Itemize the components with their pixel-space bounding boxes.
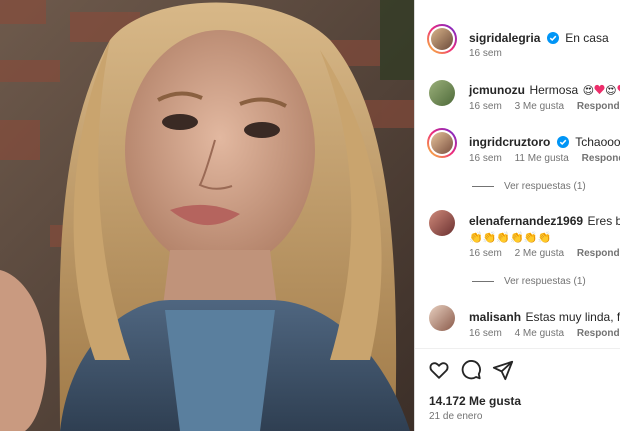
comment-meta: 16 sem 3 Me gusta Responder — [469, 101, 620, 112]
author-username[interactable]: sigridalegria — [469, 31, 540, 45]
comment-4-line: malisanh Estas muy linda, felic — [469, 308, 620, 326]
post-meta: 16 sem — [469, 48, 512, 59]
comment-age: 16 sem — [469, 153, 502, 164]
clap-emoji-icon: 👏 — [496, 231, 511, 244]
clap-emoji-icon: 👏 — [510, 231, 524, 244]
comment-2-line: ingridcruztoro Tchaooooo — [469, 133, 620, 151]
clapping-emojis: 👏👏👏👏👏👏 — [469, 228, 551, 246]
reply-button[interactable]: Responder — [577, 328, 620, 339]
commenter-username[interactable]: jcmunozu — [469, 83, 525, 97]
replies-dash — [472, 280, 494, 282]
replies-dash — [472, 185, 494, 187]
commenter-avatar[interactable] — [429, 305, 455, 331]
verified-badge-icon — [556, 136, 569, 148]
view-replies-label: Ver respuestas (1) — [504, 181, 586, 192]
paper-plane-icon[interactable] — [492, 359, 514, 381]
commenter-username[interactable]: elenafernandez1969 — [469, 214, 583, 228]
comment-likes[interactable]: 11 Me gusta — [515, 153, 569, 164]
comment-1-line: jcmunozu Hermosa 😍 😍 — [469, 81, 620, 99]
comment-meta: 16 sem 2 Me gusta Responder — [469, 248, 620, 259]
comment-age: 16 sem — [469, 101, 502, 112]
reply-button[interactable]: Responder — [577, 101, 620, 112]
clap-emoji-icon: 👏 — [482, 231, 497, 244]
comment-likes[interactable]: 3 Me gusta — [515, 101, 564, 112]
view-replies-button[interactable]: Ver respuestas (1) — [472, 276, 586, 287]
post-caption-line: sigridalegria En casa — [469, 29, 609, 47]
comment-text: Tchaooooo — [575, 135, 620, 149]
reply-button[interactable]: Responder — [577, 248, 620, 259]
view-replies-button[interactable]: Ver respuestas (1) — [472, 181, 586, 192]
verified-badge-icon — [546, 32, 559, 44]
clap-emoji-icon: 👏 — [469, 231, 483, 244]
post-date: 21 de enero — [429, 411, 483, 422]
commenter-username[interactable]: malisanh — [469, 310, 521, 324]
commenter-avatar[interactable] — [429, 80, 455, 106]
comment-text: Estas muy linda, felic — [525, 310, 620, 324]
comment-age: 16 sem — [469, 328, 502, 339]
heart-outline-icon[interactable] — [428, 359, 450, 381]
photo-panel-divider — [414, 0, 415, 431]
clap-emoji-icon: 👏 — [537, 231, 552, 244]
comment-text: Hermosa — [529, 83, 579, 97]
comment-text: Eres bellís — [587, 214, 620, 228]
clap-emoji-icon: 👏 — [523, 231, 538, 244]
heart-eyes-emoji-icon: 😍 — [605, 84, 617, 97]
comment-bubble-icon[interactable] — [460, 359, 482, 381]
author-avatar[interactable] — [427, 24, 457, 54]
commenter-username[interactable]: ingridcruztoro — [469, 135, 550, 149]
view-replies-label: Ver respuestas (1) — [504, 276, 586, 287]
like-count[interactable]: 14.172 Me gusta — [429, 394, 521, 408]
commenter-avatar[interactable] — [429, 210, 455, 236]
actions-separator — [415, 348, 620, 349]
post-photo[interactable] — [0, 0, 414, 431]
pink-heart-emoji-icon — [594, 84, 605, 95]
reply-button[interactable]: Responder — [582, 153, 620, 164]
comment-likes[interactable]: 2 Me gusta — [515, 248, 564, 259]
comment-meta: 16 sem 4 Me gusta Responder — [469, 328, 620, 339]
heart-eyes-emoji-icon: 😍 — [582, 84, 595, 97]
post-caption: En casa — [565, 31, 609, 45]
comment-likes[interactable]: 4 Me gusta — [515, 328, 564, 339]
post-age: 16 sem — [469, 48, 502, 59]
pink-heart-emoji-icon — [617, 84, 620, 92]
comment-age: 16 sem — [469, 248, 502, 259]
comment-meta: 16 sem 11 Me gusta Responder — [469, 153, 620, 164]
commenter-avatar[interactable] — [427, 128, 457, 158]
